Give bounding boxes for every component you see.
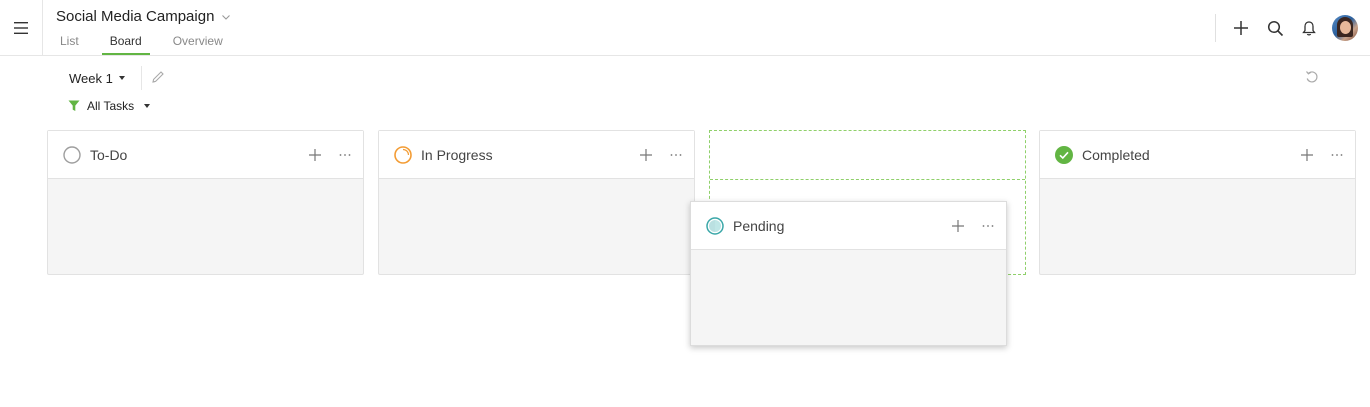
tab-overview[interactable]: Overview xyxy=(165,32,231,55)
plus-icon[interactable] xyxy=(950,218,966,234)
tab-list[interactable]: List xyxy=(52,32,87,55)
project-title-dropdown[interactable]: Social Media Campaign xyxy=(56,8,232,25)
status-in-progress-icon xyxy=(394,145,412,164)
filter-label: All Tasks xyxy=(87,99,135,113)
board-column-in-progress: In Progress xyxy=(378,130,695,275)
top-actions xyxy=(1215,0,1370,56)
caret-down-icon xyxy=(118,76,125,80)
divider xyxy=(1215,14,1216,42)
column-title: In Progress xyxy=(421,146,493,163)
week-label: Week 1 xyxy=(69,70,113,86)
search-icon xyxy=(1267,20,1283,36)
edit-button[interactable] xyxy=(150,69,166,85)
board-column-todo: To-Do xyxy=(47,130,364,275)
chevron-down-icon xyxy=(222,14,231,20)
hamburger-icon xyxy=(14,22,28,34)
column-title: Completed xyxy=(1082,146,1150,163)
caret-down-icon xyxy=(144,104,151,108)
week-toolbar: Week 1 xyxy=(69,68,125,88)
plus-icon[interactable] xyxy=(307,147,323,163)
plus-icon[interactable] xyxy=(638,147,654,163)
board-column-completed: Completed xyxy=(1039,130,1356,275)
bell-icon xyxy=(1302,20,1316,36)
plus-icon[interactable] xyxy=(1299,147,1315,163)
column-header[interactable]: To-Do xyxy=(48,131,363,179)
undo-button[interactable] xyxy=(1304,69,1320,85)
filter-dropdown[interactable]: All Tasks xyxy=(68,99,151,113)
column-header[interactable]: Pending xyxy=(691,202,1006,250)
board-column-pending-dragging[interactable]: Pending xyxy=(690,201,1007,346)
week-dropdown[interactable]: Week 1 xyxy=(69,71,125,86)
notifications-button[interactable] xyxy=(1292,11,1326,45)
plus-icon xyxy=(1234,21,1248,35)
add-button[interactable] xyxy=(1224,11,1258,45)
top-bar: Social Media Campaign List Board Overvie… xyxy=(0,0,1370,56)
search-button[interactable] xyxy=(1258,11,1292,45)
more-options-icon[interactable] xyxy=(337,147,353,163)
status-check-icon xyxy=(1055,145,1073,164)
project-title: Social Media Campaign xyxy=(56,8,215,25)
more-options-icon[interactable] xyxy=(668,147,684,163)
undo-icon xyxy=(1306,71,1318,83)
avatar[interactable] xyxy=(1332,15,1358,41)
more-options-icon[interactable] xyxy=(1329,147,1345,163)
column-title: To-Do xyxy=(90,146,128,163)
status-half-circle-icon xyxy=(706,216,724,235)
pencil-icon xyxy=(152,71,164,83)
status-empty-circle-icon xyxy=(63,145,81,164)
filter-icon xyxy=(68,100,80,111)
view-tabs: List Board Overview xyxy=(52,32,246,56)
column-header[interactable]: In Progress xyxy=(379,131,694,179)
divider xyxy=(141,66,142,90)
more-options-icon[interactable] xyxy=(980,218,996,234)
hamburger-menu-button[interactable] xyxy=(0,0,43,56)
column-header[interactable]: Completed xyxy=(1040,131,1355,179)
tab-board[interactable]: Board xyxy=(101,32,150,55)
column-title: Pending xyxy=(733,217,785,234)
